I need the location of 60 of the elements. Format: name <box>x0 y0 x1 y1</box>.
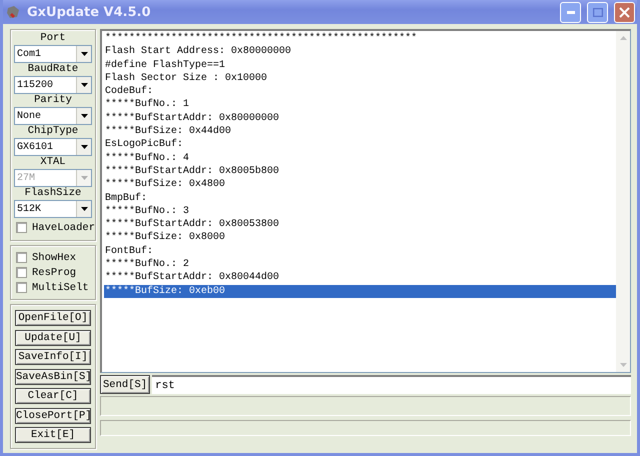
action-button[interactable]: Update[U] <box>15 330 91 346</box>
window-title: GxUpdate V4.5.0 <box>27 4 152 20</box>
log-line[interactable]: *****BufSize: 0x8000 <box>104 231 616 245</box>
chip-icon <box>5 4 21 20</box>
send-button[interactable]: Send[S] <box>100 375 150 394</box>
dropdown[interactable]: 512K <box>14 200 92 218</box>
scrollbar[interactable] <box>616 31 630 372</box>
checkbox[interactable]: HaveLoader <box>14 220 92 235</box>
minimize-button[interactable] <box>560 2 581 22</box>
action-button[interactable]: OpenFile[O] <box>15 310 91 326</box>
log-line[interactable]: *****BufSize: 0x4800 <box>104 178 616 192</box>
log-line[interactable]: Flash Sector Size : 0x10000 <box>104 72 616 86</box>
dropdown[interactable]: Com1 <box>14 45 92 63</box>
minimize-icon <box>566 10 574 14</box>
log-line[interactable]: CodeBuf: <box>104 85 616 98</box>
close-button[interactable] <box>614 2 635 22</box>
caret-icon <box>80 145 88 149</box>
log-line[interactable]: *****BufStartAddr: 0x80000000 <box>104 112 616 126</box>
log-line[interactable]: *****BufNo.: 3 <box>104 204 616 218</box>
dropdown[interactable]: 115200 <box>14 76 92 94</box>
log-line[interactable]: *****BufNo.: 4 <box>104 152 616 165</box>
caret-icon <box>80 83 88 87</box>
log-line[interactable]: *****BufStartAddr: 0x80053800 <box>104 218 616 232</box>
field-label: FlashSize <box>24 187 82 200</box>
caret-icon <box>80 114 88 118</box>
log-line[interactable]: #define FlashType==1 <box>104 58 616 72</box>
dropdown[interactable]: None <box>14 107 92 125</box>
action-button[interactable]: Clear[C] <box>15 388 91 404</box>
field-label: ChipType <box>26 125 80 138</box>
maximize-icon <box>592 8 602 16</box>
command-field[interactable]: rst <box>152 375 631 394</box>
checkbox[interactable]: ResProg <box>14 265 92 280</box>
caret-icon <box>80 207 88 211</box>
maximize-button[interactable] <box>587 2 608 22</box>
close-icon <box>619 6 630 18</box>
action-button[interactable]: SaveAsBin[S] <box>15 368 91 384</box>
up-arrow-icon <box>620 36 626 40</box>
log-line[interactable]: *****BufSize: 0x44d00 <box>104 125 616 138</box>
caret-icon <box>80 176 88 180</box>
log-line[interactable]: *****BufNo.: 1 <box>104 98 616 112</box>
field-label: XTAL <box>39 156 67 169</box>
action-button[interactable]: SaveInfo[I] <box>15 349 91 365</box>
log-line[interactable]: Flash Start Address: 0x80000000 <box>104 45 616 59</box>
action-button[interactable]: ClosePort[P] <box>15 408 91 424</box>
field-label: Port <box>39 32 67 45</box>
log-line[interactable]: *****BufNo.: 2 <box>104 258 616 272</box>
log-line[interactable]: BmpBuf: <box>104 192 616 205</box>
field-label: Parity <box>33 94 73 107</box>
log-line[interactable]: *****BufStartAddr: 0x80044d00 <box>104 271 616 285</box>
log-line[interactable]: FontBuf: <box>104 244 616 258</box>
dropdown[interactable]: GX6101 <box>14 138 92 156</box>
checkbox[interactable]: MultiSelt <box>14 280 92 295</box>
field-label: BaudRate <box>26 63 80 76</box>
log-line[interactable]: *****BufStartAddr: 0x8005b800 <box>104 164 616 178</box>
log-line[interactable]: EsLogoPicBuf: <box>104 138 616 152</box>
caret-icon <box>80 52 88 56</box>
down-arrow-icon <box>620 363 626 367</box>
checkbox[interactable]: ShowHex <box>14 250 92 265</box>
action-button[interactable]: Exit[E] <box>15 427 91 443</box>
log-line[interactable]: **************************************************** <box>104 32 616 46</box>
